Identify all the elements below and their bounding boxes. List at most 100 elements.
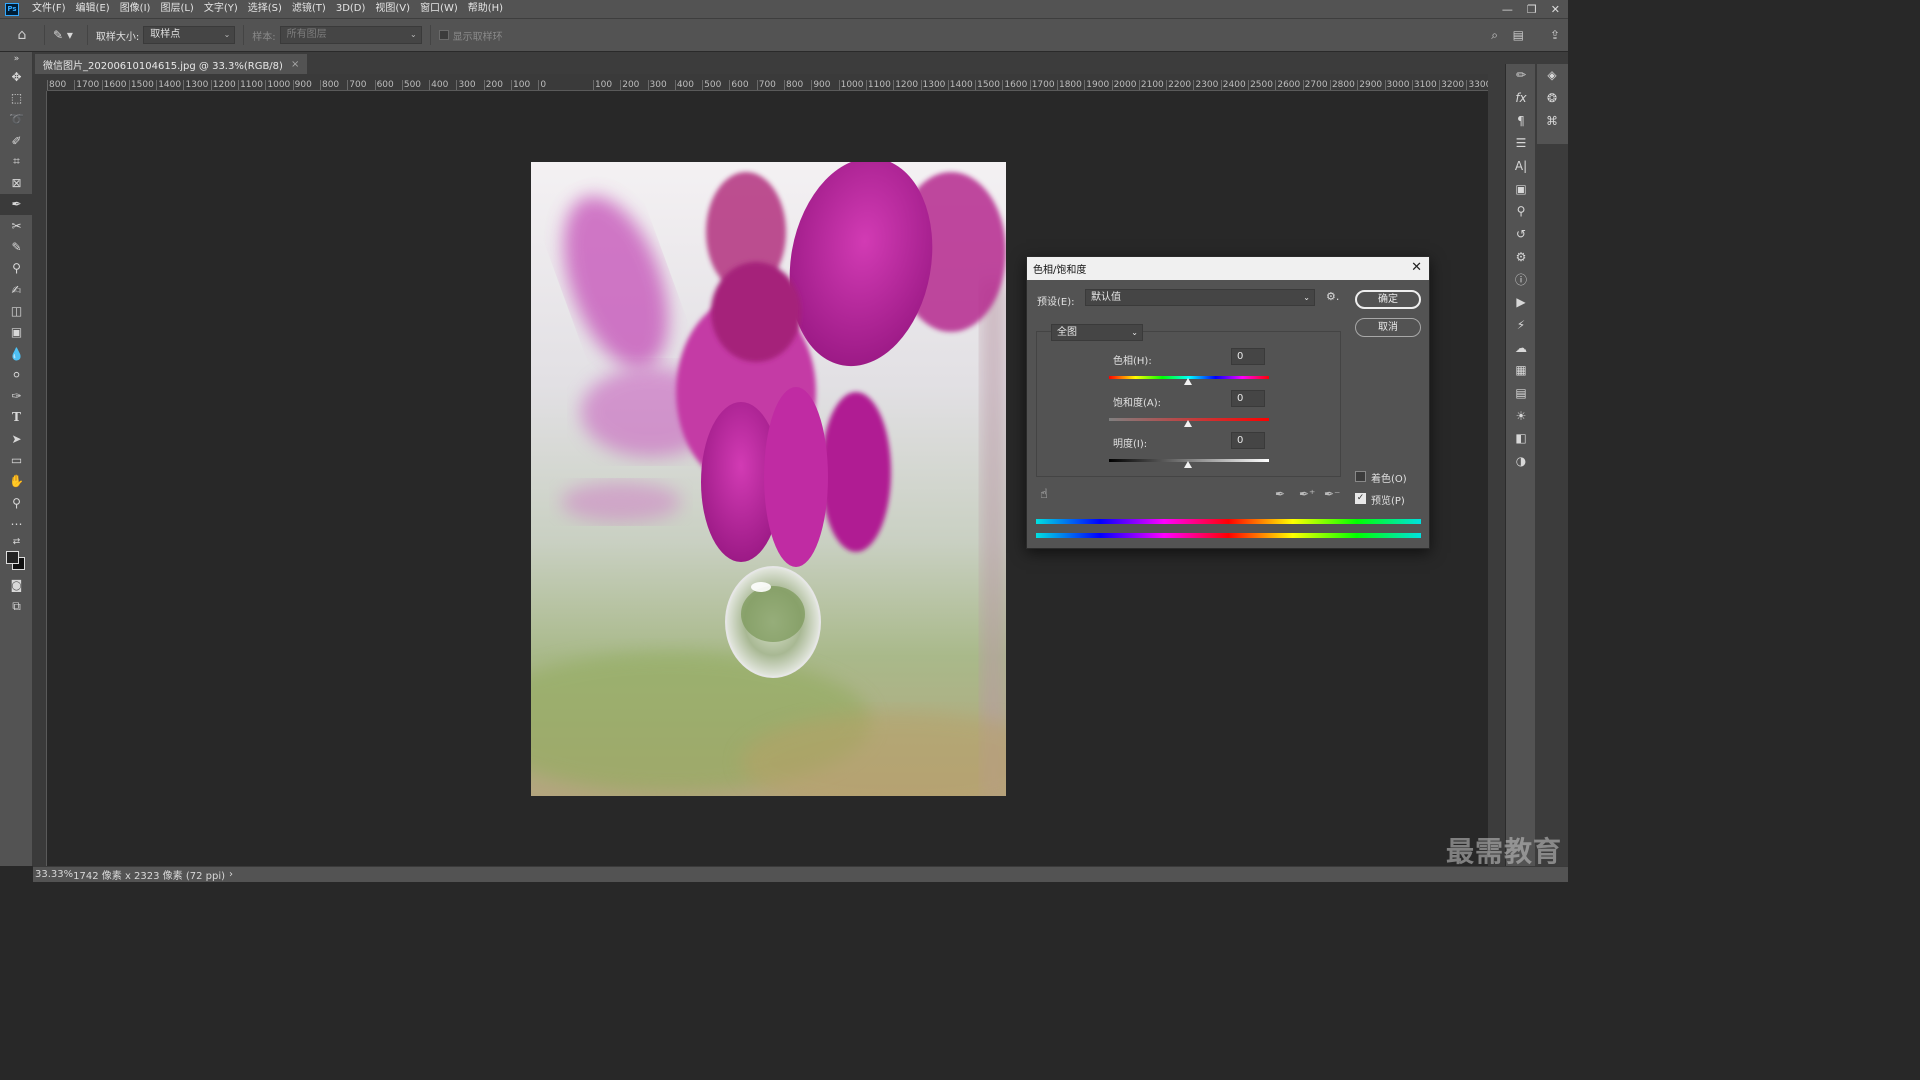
- more-tools-icon[interactable]: ⋯: [0, 513, 33, 534]
- menu-file[interactable]: 文件(F): [27, 0, 71, 18]
- flower-photo[interactable]: [531, 162, 1006, 796]
- menu-edit[interactable]: 编辑(E): [71, 0, 115, 18]
- preset-options-gear-icon[interactable]: ⚙.: [1326, 290, 1339, 303]
- paths-icon[interactable]: ⌘: [1537, 109, 1567, 132]
- color-wheel-icon[interactable]: ◑: [1506, 450, 1536, 473]
- eyedropper-icon[interactable]: ✒: [1275, 487, 1285, 501]
- clone-source-icon[interactable]: ⚲: [1506, 200, 1536, 223]
- move-tool-icon[interactable]: ✥: [0, 66, 33, 87]
- ok-button[interactable]: 确定: [1355, 290, 1421, 309]
- menu-select[interactable]: 选择(S): [243, 0, 287, 18]
- menu-view[interactable]: 视图(V): [370, 0, 415, 18]
- paragraph-icon[interactable]: ¶: [1506, 109, 1536, 132]
- brushes-icon[interactable]: ⚡: [1506, 314, 1536, 337]
- channel-select[interactable]: 全图 ⌄: [1051, 324, 1143, 341]
- colorize-checkbox[interactable]: [1355, 471, 1366, 482]
- dodge-tool-icon[interactable]: ⚪: [0, 364, 33, 385]
- lasso-tool-icon[interactable]: ➰: [0, 109, 33, 130]
- type-tool-icon[interactable]: T: [0, 407, 33, 428]
- menu-filter[interactable]: 滤镜(T): [287, 0, 331, 18]
- frame-tool-icon[interactable]: ⊠: [0, 172, 33, 193]
- notes-icon[interactable]: ▤: [1506, 382, 1536, 405]
- collapse-toolbar-icon[interactable]: »: [0, 52, 33, 66]
- quick-select-tool-icon[interactable]: ✐: [0, 130, 33, 151]
- eyedropper-add-icon[interactable]: ✒⁺: [1299, 487, 1315, 501]
- preset-select[interactable]: 默认值 ⌄: [1085, 289, 1315, 306]
- color-swatches[interactable]: [0, 549, 33, 575]
- chevron-down-icon: ⌄: [409, 30, 417, 39]
- menu-window[interactable]: 窗口(W): [415, 0, 463, 18]
- crop-tool-icon[interactable]: ⌗: [0, 151, 33, 172]
- adjustments-icon[interactable]: ☰: [1506, 132, 1536, 155]
- show-sampling-ring-checkbox[interactable]: [438, 30, 449, 40]
- foreground-color-swatch[interactable]: [6, 550, 19, 564]
- brush-tool-icon[interactable]: ✎: [0, 236, 33, 257]
- eyedropper-tool-icon[interactable]: ✒: [0, 193, 33, 216]
- share-icon[interactable]: ⇪: [1550, 28, 1560, 42]
- saturation-slider-thumb[interactable]: [1184, 420, 1192, 427]
- hue-slider-thumb[interactable]: [1184, 378, 1192, 385]
- targeted-adjustment-hand-icon[interactable]: ☝: [1040, 487, 1048, 502]
- zoom-level[interactable]: 33.33%: [35, 869, 73, 880]
- navigator-icon[interactable]: ◧: [1506, 427, 1536, 450]
- info-icon[interactable]: ⓘ: [1506, 268, 1536, 291]
- table-icon[interactable]: ▦: [1506, 359, 1536, 382]
- eyedropper-preset-icon[interactable]: ✎ ▾: [53, 28, 73, 42]
- properties-icon[interactable]: ⚙: [1506, 246, 1536, 269]
- character-icon[interactable]: A|: [1506, 155, 1536, 178]
- zoom-tool-icon[interactable]: ⚲: [0, 492, 33, 513]
- sample-label: 样本:: [252, 31, 276, 43]
- settings-sun-icon[interactable]: ☀: [1506, 404, 1536, 427]
- lightness-input[interactable]: 0: [1231, 432, 1265, 449]
- restore-icon[interactable]: ❐: [1527, 3, 1537, 16]
- workspace-icon[interactable]: ▤: [1513, 28, 1524, 42]
- sample-size-select[interactable]: 取样点 ⌄: [143, 26, 236, 44]
- styles-fx-icon[interactable]: fx: [1506, 87, 1536, 110]
- preview-checkbox[interactable]: ✓: [1355, 493, 1366, 504]
- close-icon[interactable]: ✕: [1411, 260, 1422, 275]
- search-icon[interactable]: ⌕: [1491, 28, 1498, 43]
- cancel-button[interactable]: 取消: [1355, 318, 1421, 337]
- gradient-tool-icon[interactable]: ▣: [0, 322, 33, 343]
- quick-mask-icon[interactable]: ◙: [0, 575, 33, 596]
- healing-brush-tool-icon[interactable]: ✂: [0, 215, 33, 236]
- channels-icon[interactable]: ❂: [1537, 87, 1567, 110]
- minimize-icon[interactable]: —: [1502, 3, 1513, 16]
- document-tab[interactable]: 微信图片_20200610104615.jpg @ 33.3%(RGB/8) ×: [35, 54, 308, 74]
- saturation-input[interactable]: 0: [1231, 390, 1265, 407]
- rectangle-tool-icon[interactable]: ▭: [0, 449, 33, 470]
- home-icon[interactable]: ⌂: [0, 27, 44, 43]
- history-brush-tool-icon[interactable]: ✍: [0, 279, 33, 300]
- menu-type[interactable]: 文字(Y): [199, 0, 243, 18]
- marquee-tool-icon[interactable]: ⬚: [0, 87, 33, 108]
- ruler-tick-label: 500: [401, 80, 429, 90]
- blur-tool-icon[interactable]: 💧: [0, 343, 33, 364]
- close-window-icon[interactable]: ✕: [1551, 3, 1560, 16]
- lightness-slider-thumb[interactable]: [1184, 461, 1192, 468]
- pen-tool-icon[interactable]: ✑: [0, 385, 33, 406]
- history-icon[interactable]: ↺: [1506, 223, 1536, 246]
- menu-3d[interactable]: 3D(D): [331, 0, 371, 18]
- dialog-title-bar[interactable]: 色相/饱和度 ✕: [1027, 257, 1429, 280]
- ruler-labels: 800 1700 1600 1500 1400 1300 1200 1100 1000 900 80…: [47, 74, 1488, 90]
- libraries-icon[interactable]: ▣: [1506, 177, 1536, 200]
- close-tab-icon[interactable]: ×: [291, 59, 299, 70]
- 3d-icon[interactable]: ☁: [1506, 336, 1536, 359]
- actions-play-icon[interactable]: ▶: [1506, 291, 1536, 314]
- path-selection-tool-icon[interactable]: ➤: [0, 428, 33, 449]
- clone-stamp-tool-icon[interactable]: ⚲: [0, 258, 33, 279]
- ruler-tick-label: 3100: [1411, 80, 1439, 90]
- menu-image[interactable]: 图像(I): [115, 0, 156, 18]
- layers-icon[interactable]: ◈: [1537, 64, 1567, 87]
- sample-layers-select[interactable]: 所有图层 ⌄: [279, 26, 422, 44]
- eyedropper-subtract-icon[interactable]: ✒⁻: [1324, 487, 1340, 501]
- hue-input[interactable]: 0: [1231, 348, 1265, 365]
- swap-colors-icon[interactable]: ⇄: [0, 535, 33, 549]
- hand-tool-icon[interactable]: ✋: [0, 471, 33, 492]
- screen-mode-icon[interactable]: ⧉: [0, 596, 33, 617]
- eraser-tool-icon[interactable]: ◫: [0, 300, 33, 321]
- menu-help[interactable]: 帮助(H): [463, 0, 508, 18]
- brush-settings-icon[interactable]: ✏: [1506, 64, 1536, 87]
- menu-layer[interactable]: 图层(L): [155, 0, 198, 18]
- status-arrow-icon[interactable]: ›: [229, 869, 233, 880]
